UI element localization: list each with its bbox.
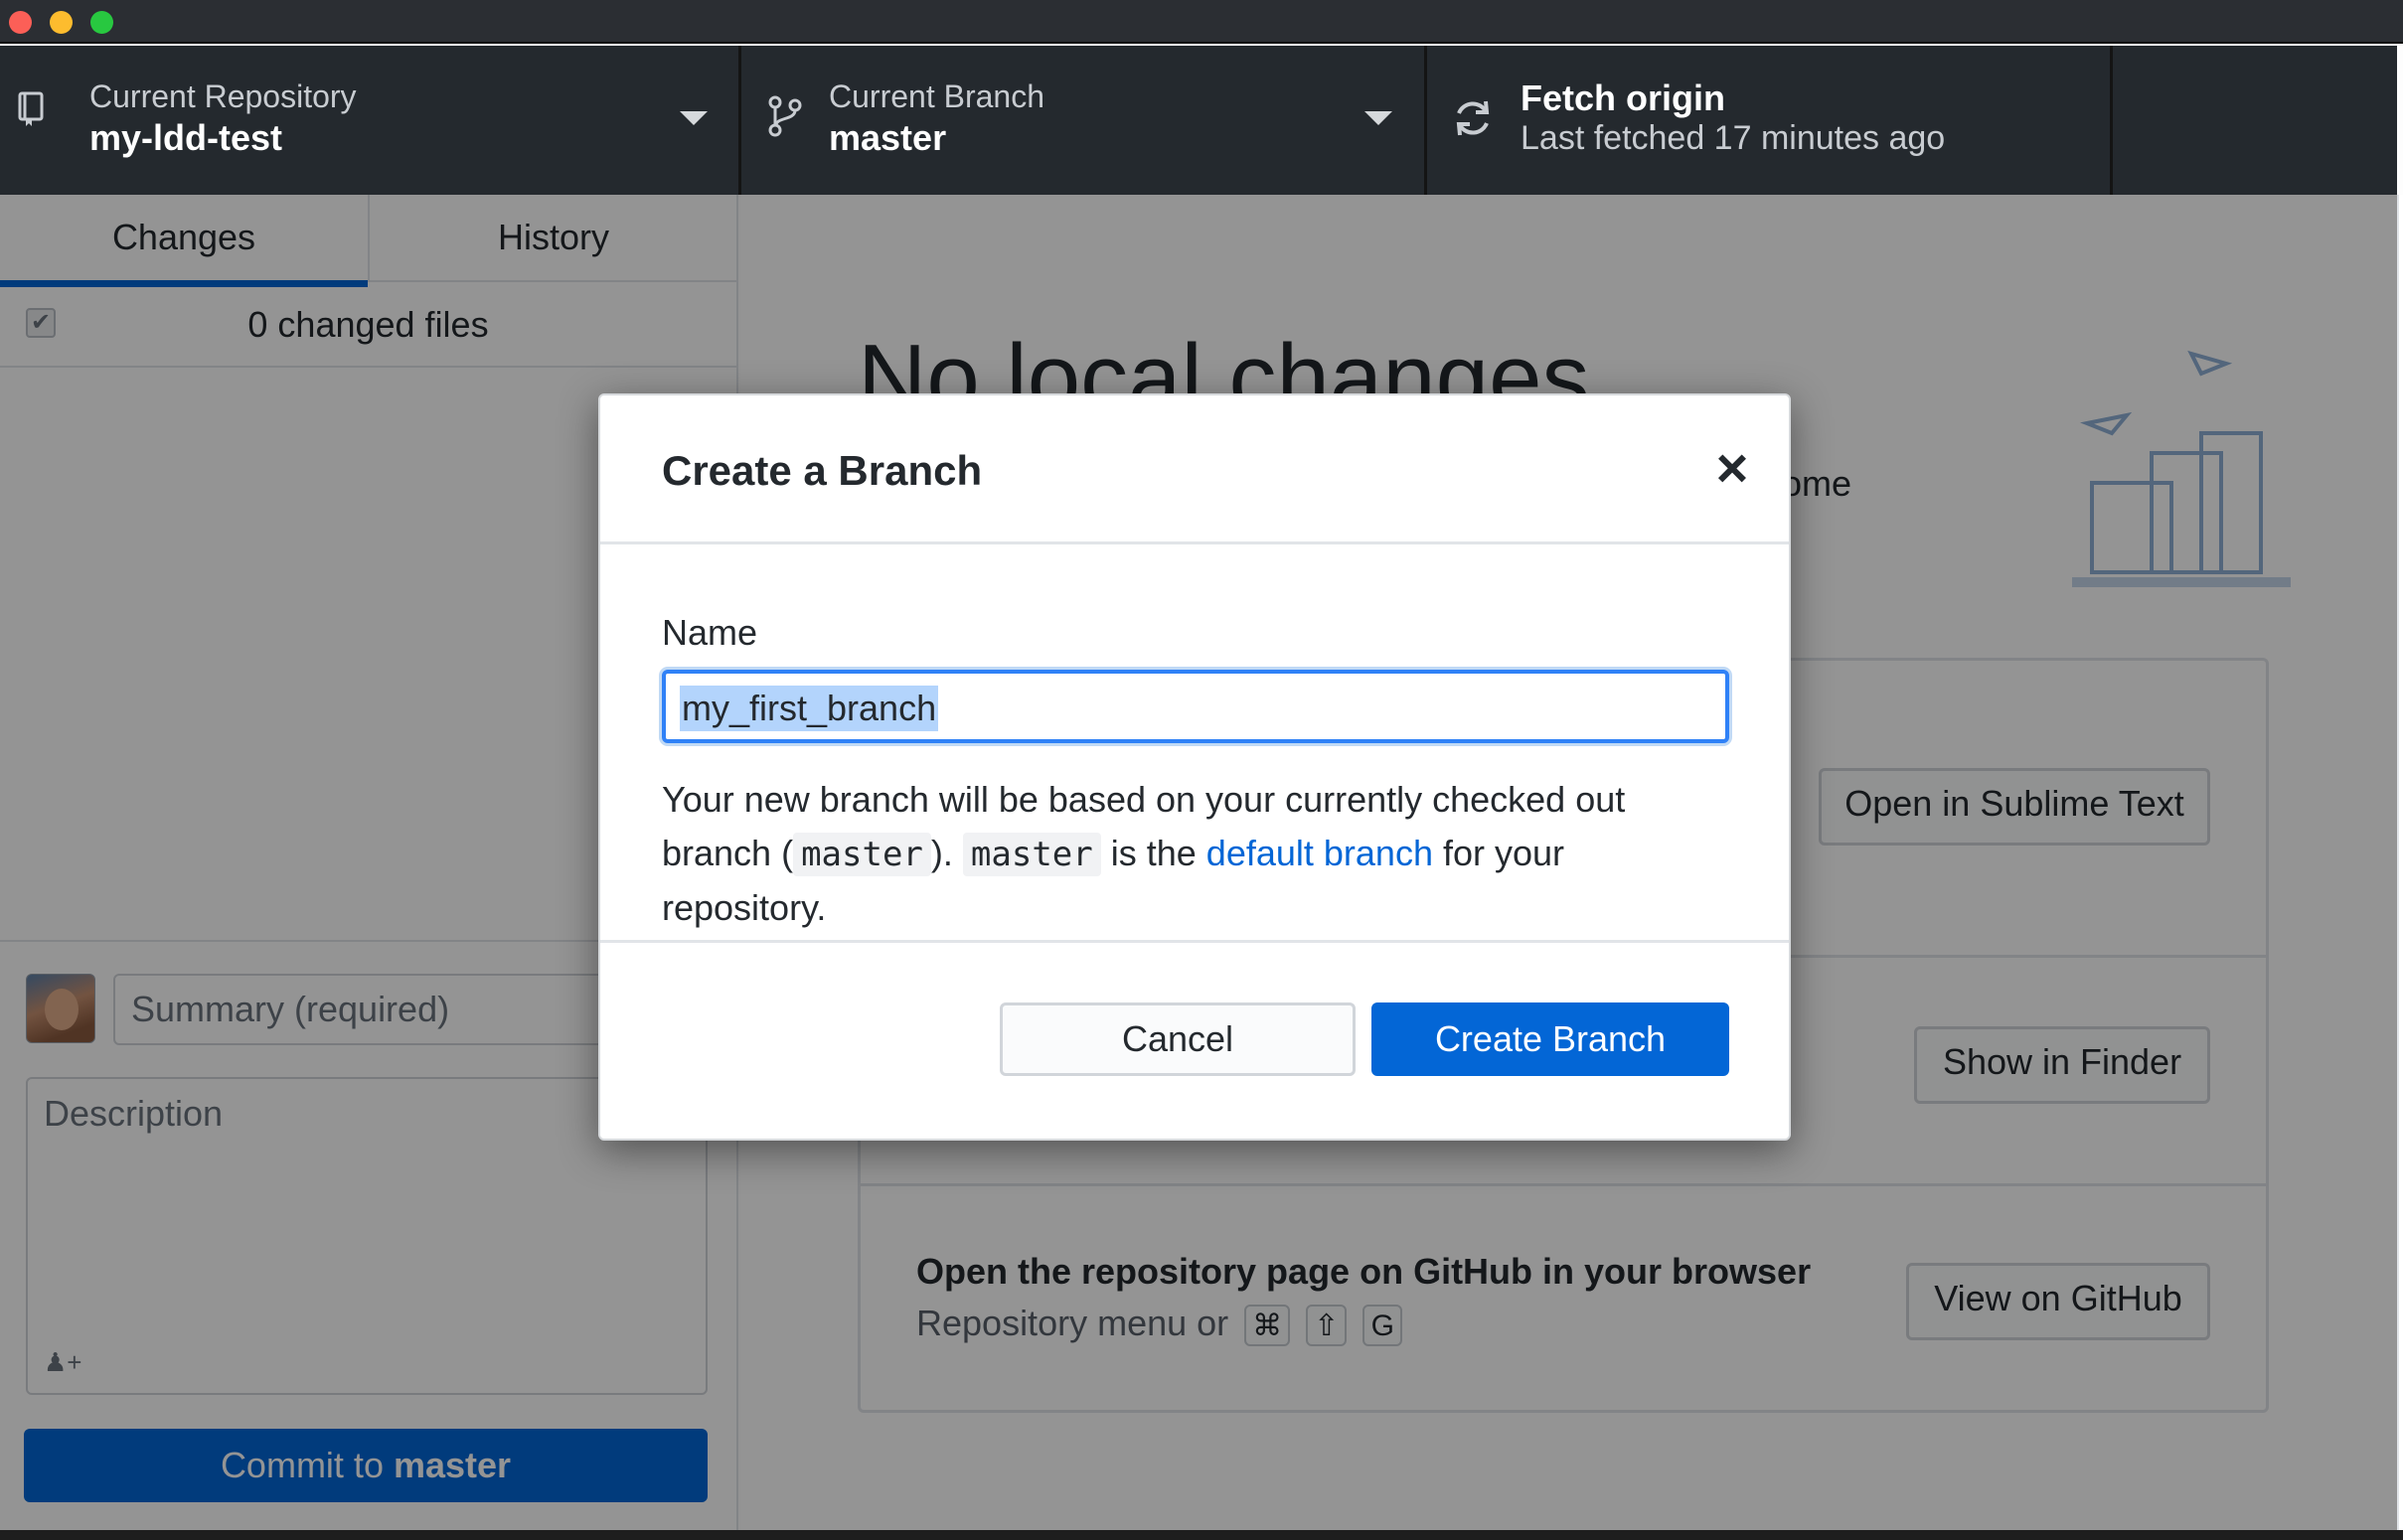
current-repository-dropdown[interactable]: Current Repository my-ldd-test	[0, 46, 741, 195]
dialog-header: Create a Branch ×	[600, 395, 1789, 544]
branch-name-label: Name	[662, 612, 758, 653]
current-branch-code: master	[793, 833, 931, 876]
create-branch-button[interactable]: Create Branch	[1371, 1002, 1729, 1076]
repo-icon	[18, 91, 44, 126]
branch-label: Current Branch	[829, 78, 1044, 114]
current-branch-dropdown[interactable]: Current Branch master	[738, 46, 1427, 195]
branch-name-value: my_first_branch	[680, 686, 939, 731]
default-branch-link[interactable]: default branch	[1206, 833, 1433, 873]
window-bottom-edge	[0, 1530, 2403, 1540]
chevron-down-icon	[680, 111, 708, 125]
chevron-down-icon	[1364, 111, 1392, 125]
dialog-body: Name my_first_branch Your new branch wil…	[600, 544, 1789, 940]
fetch-status: Last fetched 17 minutes ago	[1521, 119, 1946, 157]
create-branch-dialog: Create a Branch × Name my_first_branch Y…	[598, 393, 1791, 1141]
branch-name-input[interactable]: my_first_branch	[662, 670, 1729, 743]
branch-icon	[768, 95, 802, 137]
repository-label: Current Repository	[89, 78, 357, 114]
close-icon[interactable]: ×	[1707, 440, 1757, 496]
fetch-title: Fetch origin	[1521, 77, 1725, 118]
branch-helper-text: Your new branch will be based on your cu…	[662, 773, 1735, 935]
dialog-title: Create a Branch	[662, 447, 983, 494]
helper-text-part: is the	[1100, 833, 1206, 873]
fetch-origin-button[interactable]: Fetch origin Last fetched 17 minutes ago	[1424, 46, 2113, 195]
dialog-footer: Cancel Create Branch	[600, 940, 1789, 1139]
window-close-button[interactable]	[9, 11, 32, 34]
window-titlebar	[0, 0, 2403, 44]
app-toolbar: Current Repository my-ldd-test Current B…	[0, 46, 2397, 195]
branch-name: master	[829, 117, 947, 158]
sync-icon	[1456, 100, 1490, 136]
default-branch-code: master	[962, 833, 1101, 876]
cancel-button[interactable]: Cancel	[1000, 1002, 1356, 1076]
background-window-edge	[2397, 195, 2403, 1540]
repository-name: my-ldd-test	[89, 117, 283, 158]
helper-text-part: ).	[930, 833, 963, 873]
window-minimize-button[interactable]	[50, 11, 73, 34]
window-maximize-button[interactable]	[90, 11, 113, 34]
